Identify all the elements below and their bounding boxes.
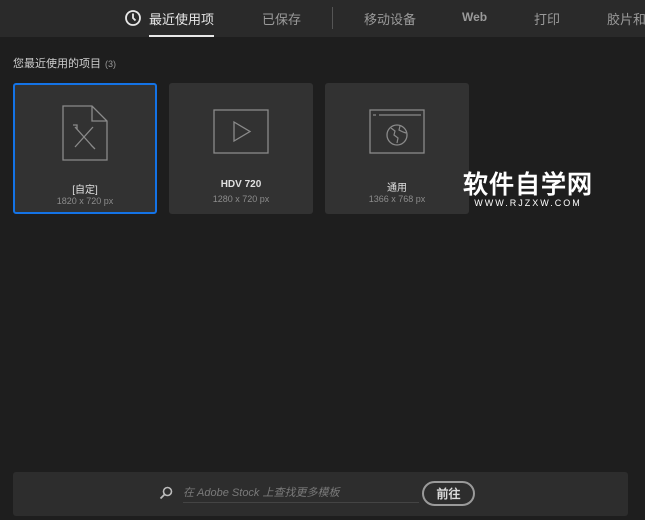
stock-search-bar: 前往	[13, 472, 628, 516]
tab-print[interactable]: 打印	[534, 9, 560, 28]
custom-document-icon	[62, 105, 108, 161]
go-button[interactable]: 前往	[422, 481, 475, 506]
section-count: (3)	[105, 59, 116, 69]
search-icon	[159, 486, 173, 500]
tab-web[interactable]: Web	[462, 10, 487, 24]
card-name: [自定]	[72, 185, 98, 196]
card-name: HDV 720	[220, 179, 262, 190]
tab-saved[interactable]: 已保存	[262, 9, 301, 28]
card-size: 1280 x 720 px	[212, 194, 270, 204]
active-tab-indicator	[149, 35, 214, 37]
tab-mobile[interactable]: 移动设备	[364, 9, 416, 28]
card-size: 1366 x 768 px	[368, 194, 426, 204]
watermark-url: WWW.RJZXW.COM	[474, 198, 582, 208]
watermark-title: 软件自学网	[463, 171, 594, 199]
video-play-icon	[213, 109, 269, 154]
card-size: 1820 x 720 px	[56, 196, 114, 206]
tab-recent[interactable]: 最近使用项	[149, 9, 214, 28]
card-name: 通用	[387, 183, 407, 194]
section-title: 您最近使用的项目	[13, 58, 101, 70]
stock-search-input[interactable]	[183, 483, 419, 503]
preset-card-hdv720[interactable]: HDV 720 1280 x 720 px	[169, 83, 313, 214]
preset-card-custom[interactable]: [自定] 1820 x 720 px	[13, 83, 157, 214]
preset-card-general[interactable]: 通用 1366 x 768 px	[325, 83, 469, 214]
clock-icon	[125, 10, 141, 26]
template-tabs-bar: 最近使用项 已保存 移动设备 Web 打印 胶片和	[0, 0, 645, 37]
section-heading: 您最近使用的项目 (3)	[13, 55, 116, 71]
tab-divider	[332, 7, 333, 29]
tab-film[interactable]: 胶片和	[607, 9, 645, 28]
web-globe-icon	[369, 109, 425, 154]
watermark: 软件自学网 WWW.RJZXW.COM	[463, 172, 593, 208]
